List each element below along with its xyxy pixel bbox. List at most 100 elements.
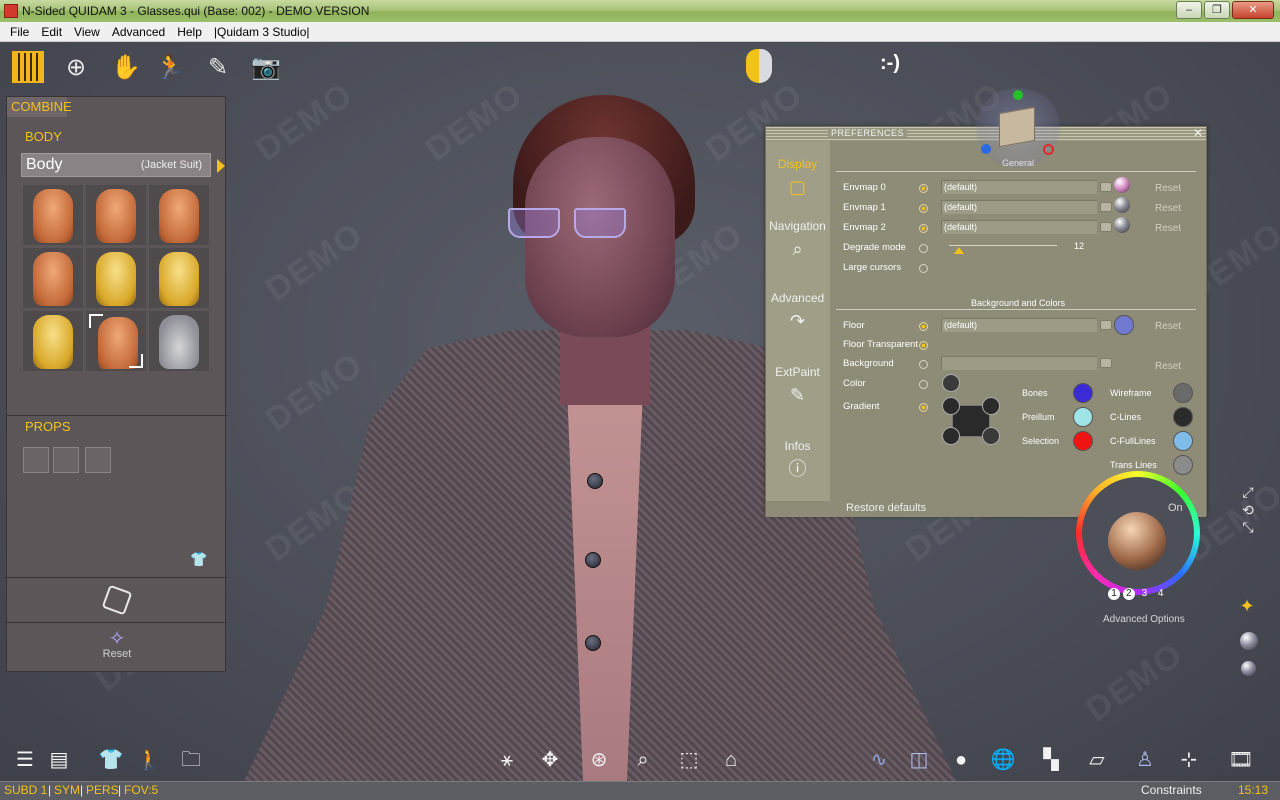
light-icon[interactable]: ✦ (1237, 596, 1257, 616)
gradient-bottom-left-swatch[interactable] (942, 427, 960, 445)
menu-advanced[interactable]: Advanced (106, 25, 171, 39)
menu-view[interactable]: View (68, 25, 106, 39)
bones-color-swatch[interactable] (1073, 383, 1093, 403)
body-thumbnail[interactable] (86, 248, 146, 308)
envmap2-reset[interactable]: Reset (1155, 223, 1181, 234)
move-bone-icon[interactable]: ⚹ (492, 745, 522, 775)
maximize-button[interactable]: ❐ (1204, 1, 1230, 19)
prop-lampshade-thumbnail[interactable] (53, 447, 79, 473)
pers-status[interactable]: PERS (86, 783, 119, 797)
tab-advanced[interactable]: Advanced ↷ (766, 291, 829, 331)
material-orb-icon[interactable] (1240, 632, 1258, 650)
frame-icon[interactable]: ⬚ (674, 745, 704, 775)
combine-tab[interactable]: COMBINE (7, 97, 72, 117)
gradient-toggle[interactable] (919, 403, 928, 412)
gradient-top-right-swatch[interactable] (982, 397, 1000, 415)
floor-reset[interactable]: Reset (1155, 321, 1181, 332)
dice-icon[interactable] (101, 584, 133, 615)
degrade-slider-thumb[interactable] (953, 247, 964, 254)
light-slot-2[interactable]: 2 (1122, 588, 1135, 600)
large-cursors-toggle[interactable] (919, 264, 928, 273)
background-color-swatch[interactable] (942, 374, 960, 392)
prop-glasses-thumbnail[interactable] (23, 447, 49, 473)
tab-display[interactable]: Display ▢ (766, 157, 829, 197)
gradient-top-left-swatch[interactable] (942, 397, 960, 415)
floor-transparent-toggle[interactable] (919, 341, 928, 350)
envmap0-browse-button[interactable] (1100, 182, 1112, 192)
mask-icon[interactable] (746, 49, 772, 83)
light-slot-1[interactable]: 1 (1108, 588, 1120, 600)
body-thumbnail-selected[interactable] (86, 311, 146, 371)
flat-map-icon[interactable]: ▱ (1082, 745, 1112, 775)
constraints-status[interactable]: Constraints (1141, 783, 1202, 797)
smiley-icon[interactable]: :-) (880, 52, 900, 75)
envmap1-reset[interactable]: Reset (1155, 203, 1181, 214)
pan-icon[interactable]: ✥ (535, 745, 565, 775)
menu-studio[interactable]: |Quidam 3 Studio| (208, 25, 316, 39)
sphere-icon[interactable]: ● (946, 745, 976, 775)
sym-status[interactable]: SYM (54, 783, 80, 797)
background-field[interactable] (941, 356, 1097, 370)
body-thumbnail[interactable] (23, 185, 83, 245)
body-thumbnail[interactable] (149, 185, 209, 245)
expand-icon[interactable]: ⤢ (1238, 482, 1258, 502)
envmap1-field[interactable]: (default) (941, 200, 1097, 214)
curve-icon[interactable]: ∿ (864, 745, 894, 775)
zoom-icon[interactable]: ⌕ (628, 745, 658, 775)
background-reset[interactable]: Reset (1155, 361, 1181, 372)
subd-status[interactable]: SUBD 1 (4, 783, 47, 797)
folder-icon[interactable]: 🗀 (176, 745, 206, 775)
envmap0-reset[interactable]: Reset (1155, 183, 1181, 194)
tab-infos[interactable]: Infos ⓘ (766, 439, 829, 479)
jacket-icon[interactable]: 👕 (189, 549, 209, 569)
body-expand-arrow-icon[interactable] (217, 159, 225, 173)
light-slot-4[interactable]: 4 (1158, 588, 1164, 599)
clothes-icon[interactable]: 👕 (96, 745, 126, 775)
pose-icon[interactable]: 🏃 (152, 49, 188, 85)
home-view-icon[interactable]: ⌂ (716, 745, 746, 775)
background-toggle[interactable] (919, 360, 928, 369)
uv-map-icon[interactable]: ▚ (1036, 745, 1066, 775)
body-thumbnail[interactable] (86, 185, 146, 245)
orbit-icon[interactable]: ⊛ (584, 745, 614, 775)
floor-field[interactable]: (default) (941, 318, 1097, 332)
globe-icon[interactable]: 🌐 (988, 745, 1018, 775)
menu-edit[interactable]: Edit (35, 25, 68, 39)
background-browse-button[interactable] (1100, 358, 1112, 368)
close-button[interactable]: ✕ (1232, 1, 1274, 19)
degrade-slider-track[interactable] (949, 245, 1057, 246)
list-icon[interactable]: ☰ (10, 745, 40, 775)
envmap2-field[interactable]: (default) (941, 220, 1097, 234)
document-icon[interactable]: ▤ (44, 745, 74, 775)
tab-navigation[interactable]: Navigation ⌕ (766, 219, 829, 259)
material-orb-small-icon[interactable] (1241, 661, 1256, 676)
gradient-editor[interactable] (942, 397, 1000, 445)
body-thumbnail[interactable] (23, 248, 83, 308)
body-thumbnail[interactable] (149, 248, 209, 308)
degrade-mode-toggle[interactable] (919, 244, 928, 253)
light-preview-sphere[interactable] (1108, 512, 1166, 570)
prop-hair-thumbnail[interactable] (85, 447, 111, 473)
minimize-button[interactable]: – (1176, 1, 1202, 19)
envmap2-toggle[interactable] (919, 224, 928, 233)
quidam-logo-icon[interactable] (12, 51, 44, 83)
hand-icon[interactable]: ✋ (108, 49, 144, 85)
envmap2-browse-button[interactable] (1100, 222, 1112, 232)
body-thumbnail[interactable] (149, 311, 209, 371)
envmap0-field[interactable]: (default) (941, 180, 1097, 194)
figure-render-icon[interactable]: ♙ (1130, 745, 1160, 775)
restore-defaults-button[interactable]: Restore defaults (846, 502, 926, 514)
selection-color-swatch[interactable] (1073, 431, 1093, 451)
view-cube-icon[interactable] (975, 88, 1061, 168)
body-thumbnail[interactable] (23, 311, 83, 371)
fov-status[interactable]: FOV:5 (124, 783, 158, 797)
gradient-bottom-right-swatch[interactable] (982, 427, 1000, 445)
envmap0-toggle[interactable] (919, 184, 928, 193)
body-selector[interactable]: Body (Jacket Suit) (21, 153, 211, 177)
trans-lines-color-swatch[interactable] (1173, 455, 1193, 475)
envmap1-toggle[interactable] (919, 204, 928, 213)
floor-color-swatch[interactable] (1114, 315, 1134, 335)
scale-icon[interactable]: ⤡ (1238, 517, 1258, 537)
menu-help[interactable]: Help (171, 25, 208, 39)
envmap1-browse-button[interactable] (1100, 202, 1112, 212)
